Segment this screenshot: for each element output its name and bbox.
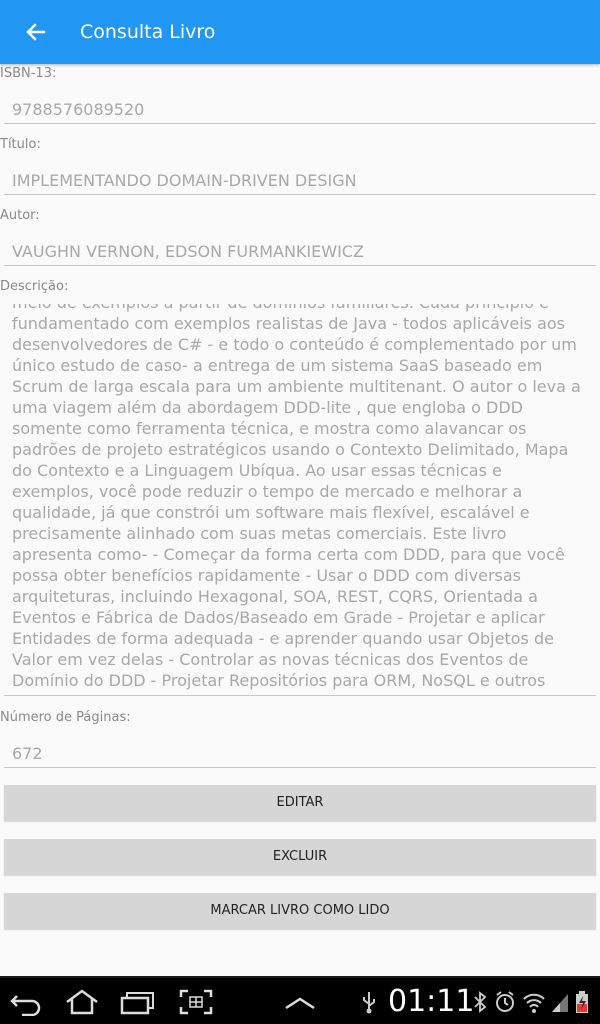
titulo-value: IMPLEMENTANDO DOMAIN-DRIVEN DESIGN — [12, 171, 357, 190]
titulo-label: Título: — [0, 137, 41, 152]
nav-back-icon[interactable] — [8, 988, 44, 1017]
paginas-label: Número de Páginas: — [0, 710, 131, 725]
app-bar: Consulta Livro — [0, 0, 600, 64]
autor-field[interactable]: VAUGHN VERNON, EDSON FURMANKIEWICZ — [4, 228, 596, 266]
arrow-back-icon[interactable] — [22, 18, 50, 46]
wifi-icon — [522, 990, 546, 1014]
titulo-field[interactable]: IMPLEMENTANDO DOMAIN-DRIVEN DESIGN — [4, 157, 596, 195]
system-navigation-bar: 01:11 — [0, 976, 600, 1024]
nav-home-icon[interactable] — [64, 988, 100, 1016]
nav-recent-apps-icon[interactable] — [120, 988, 156, 1016]
paginas-field[interactable]: 672 — [4, 730, 596, 768]
page-title: Consulta Livro — [80, 21, 216, 43]
alarm-icon — [494, 990, 516, 1014]
autor-value: VAUGHN VERNON, EDSON FURMANKIEWICZ — [12, 242, 364, 261]
isbn-field[interactable]: 9788576089520 — [4, 86, 596, 124]
excluir-button[interactable]: EXCLUIR — [4, 839, 596, 875]
isbn-label: ISBN-13: — [0, 66, 57, 81]
isbn-value: 9788576089520 — [12, 100, 145, 119]
descricao-value: meio de exemplos a partir de domínios fa… — [12, 304, 581, 695]
editar-button[interactable]: EDITAR — [4, 785, 596, 821]
descricao-field[interactable]: meio de exemplos a partir de domínios fa… — [4, 304, 596, 696]
usb-icon — [360, 990, 378, 1014]
chevron-up-icon[interactable] — [282, 988, 318, 1016]
battery-icon — [574, 990, 590, 1014]
autor-label: Autor: — [0, 208, 40, 223]
bluetooth-icon — [472, 990, 488, 1014]
signal-icon — [550, 990, 570, 1014]
marcar-lido-button[interactable]: MARCAR LIVRO COMO LIDO — [4, 893, 596, 929]
clock: 01:11 — [388, 984, 475, 1019]
descricao-label: Descrição: — [0, 279, 69, 294]
screenshot-icon[interactable] — [178, 988, 214, 1016]
paginas-value: 672 — [12, 744, 43, 763]
